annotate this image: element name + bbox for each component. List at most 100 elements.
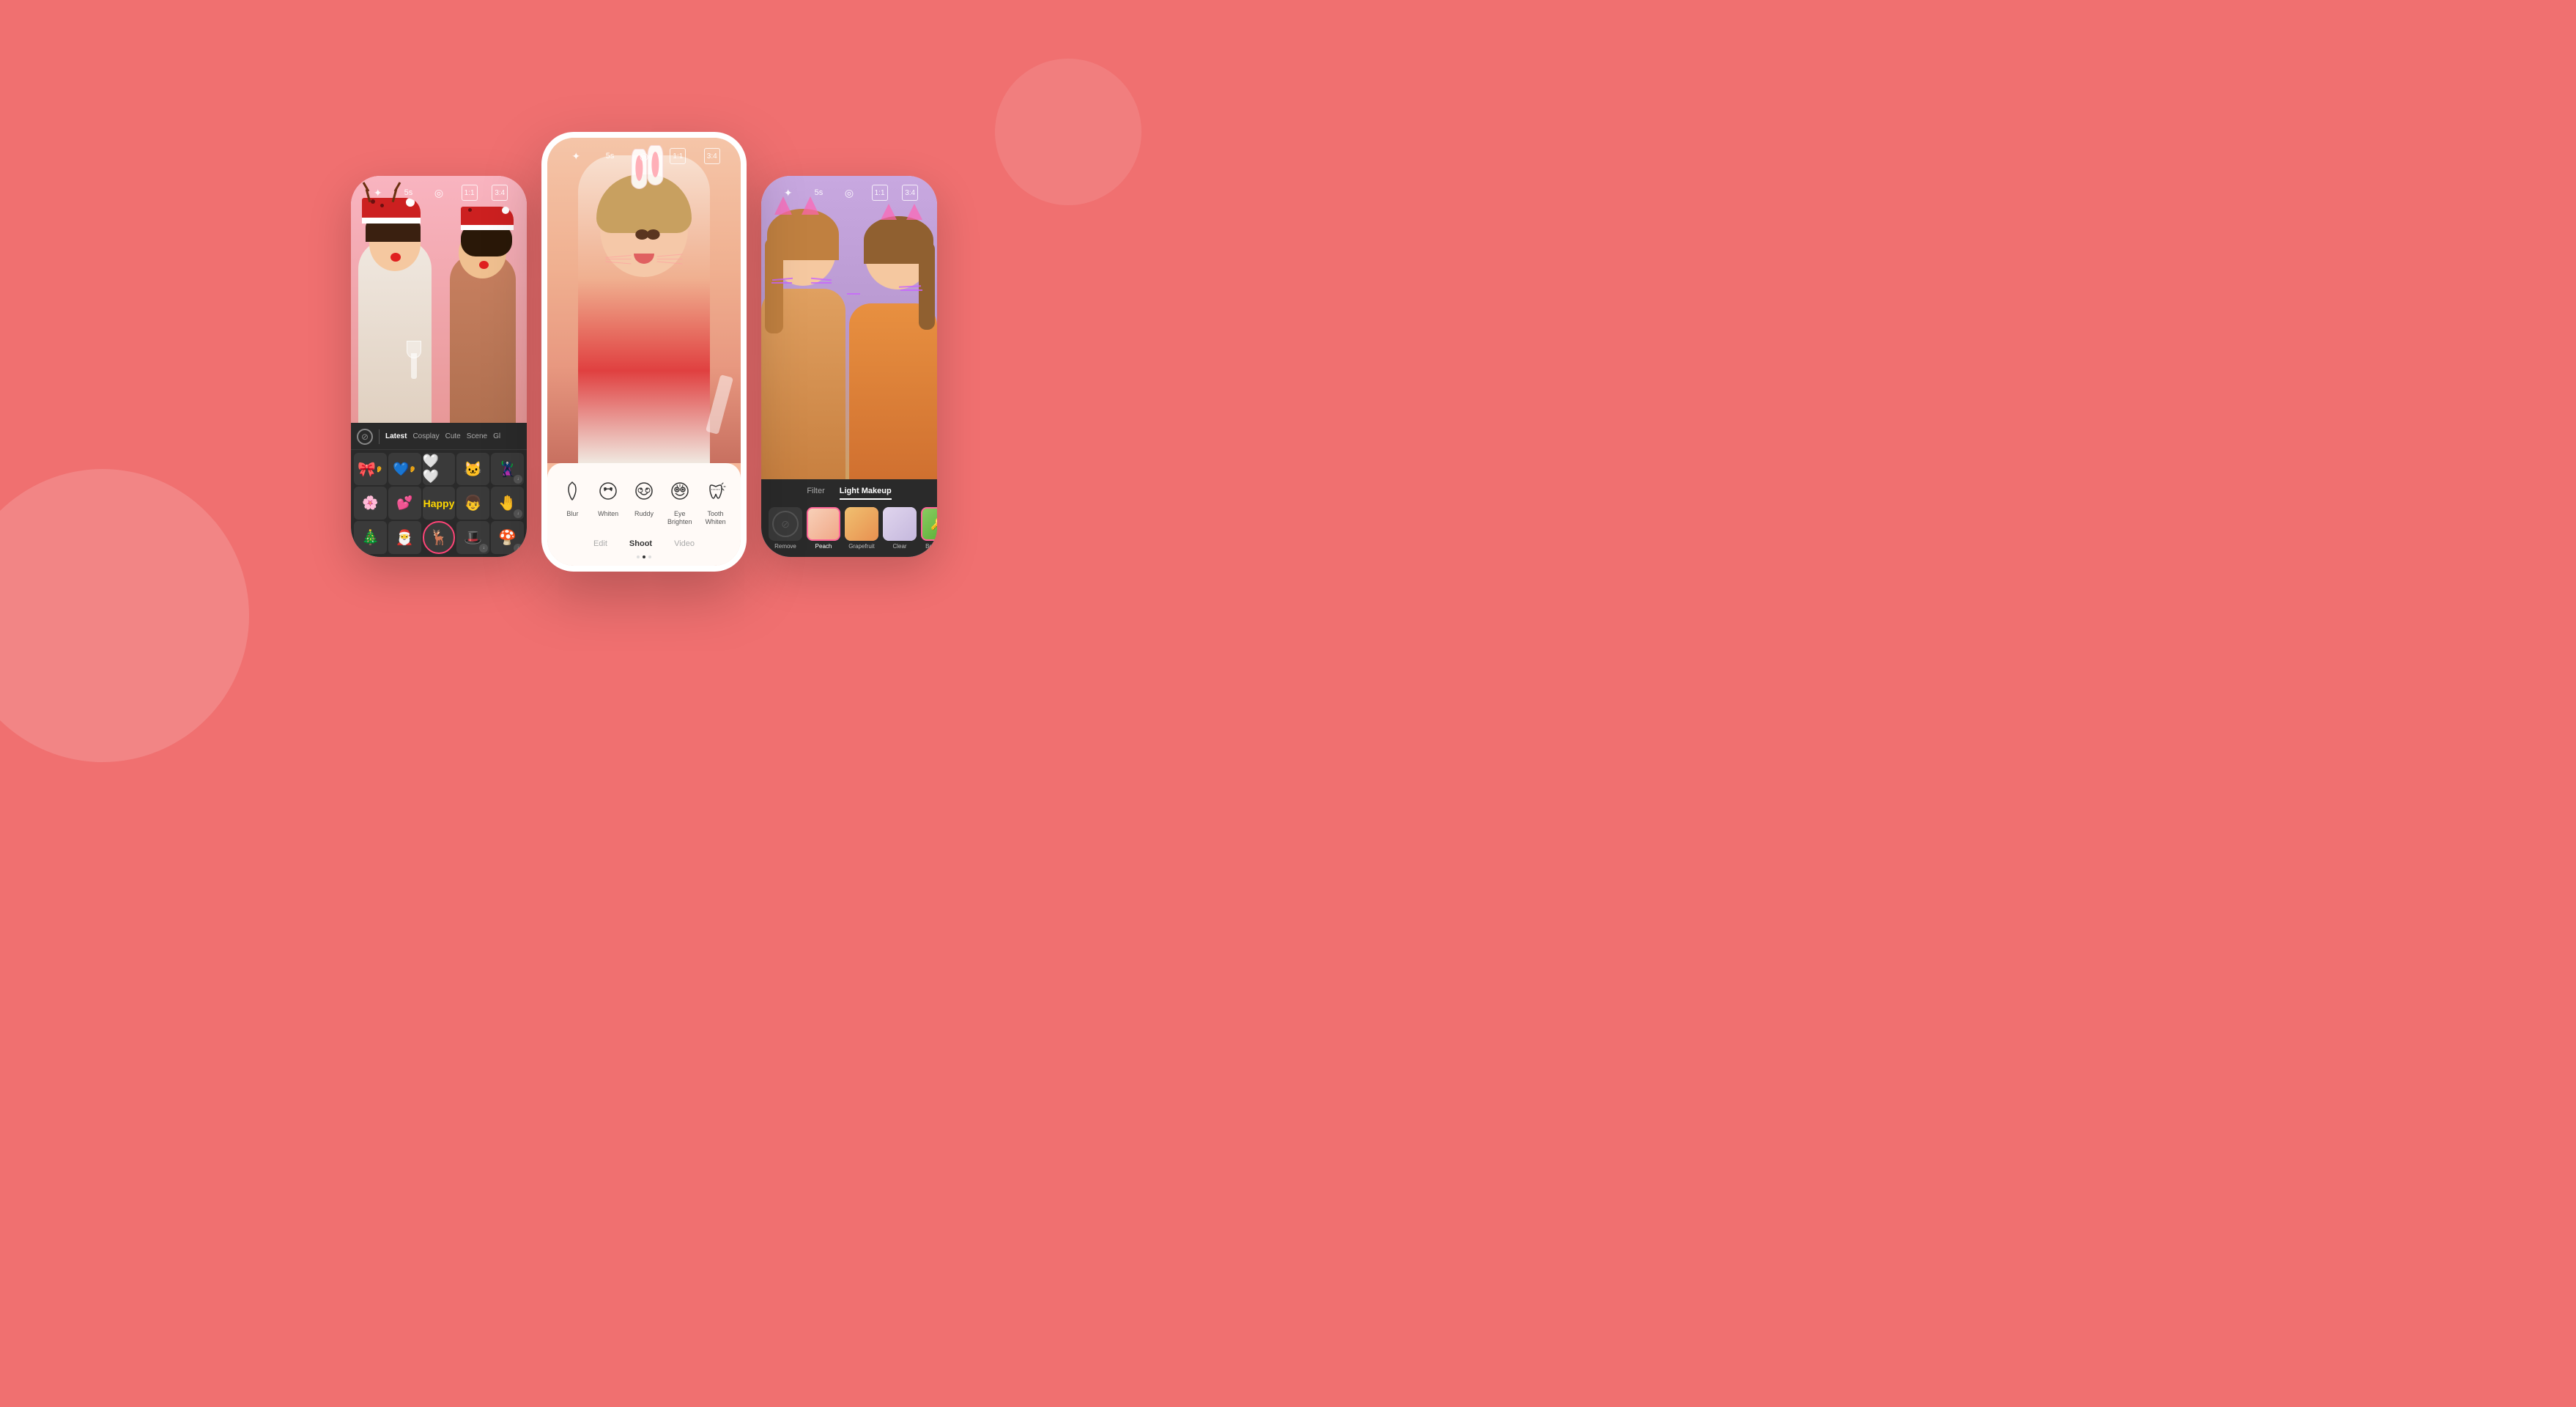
right-bottom-panel: Filter Light Makeup ⊘ Remove	[761, 479, 937, 557]
filter-clear[interactable]: Clear	[883, 507, 917, 550]
blur-label: Blur	[566, 510, 578, 518]
filter-remove-label: Remove	[774, 543, 796, 550]
nav-video[interactable]: Video	[674, 539, 695, 548]
tab-divider	[379, 429, 380, 444]
ratio1-icon[interactable]: 1:1	[462, 185, 478, 201]
sticker-item[interactable]: 🌸	[354, 487, 387, 520]
bg-decoration-1	[0, 469, 249, 762]
sticker-grid: 🎀👂 💙👂 🤍🤍 🐱 🦹 ↓	[351, 450, 527, 557]
sticker-item[interactable]: 👦	[456, 487, 489, 520]
blur-icon	[556, 475, 588, 507]
download-icon: ↓	[514, 544, 522, 553]
flip-icon[interactable]: ◎	[841, 185, 857, 201]
tab-cute[interactable]: Cute	[445, 432, 461, 440]
sticker-item[interactable]: 🎄	[354, 521, 387, 554]
tab-gl[interactable]: Gl	[493, 432, 500, 440]
sticker-item[interactable]: 💕	[388, 487, 421, 520]
nav-edit[interactable]: Edit	[593, 539, 607, 548]
right-phone: ✦ 5s ◎ 1:1 3:4	[761, 176, 937, 557]
right-toolbar: ✦ 5s ◎ 1:1 3:4	[761, 176, 937, 207]
tooth-whiten-icon	[700, 475, 732, 507]
center-photo-area	[547, 138, 741, 463]
center-navigation: Edit Shoot Video	[555, 536, 733, 551]
nav-dots	[555, 555, 733, 558]
center-screen: ✦ 5s ◎ 1:1 3:4	[547, 138, 741, 566]
ruddy-label: Ruddy	[634, 510, 654, 518]
timer-icon[interactable]: 5s	[602, 148, 618, 164]
timer-icon[interactable]: 5s	[400, 185, 416, 201]
download-icon: ↓	[514, 475, 522, 484]
download-icon: ↓	[514, 509, 522, 518]
eye-brighten-label: EyeBrighten	[667, 510, 692, 526]
flip-icon[interactable]: ◎	[431, 185, 447, 201]
sticker-item[interactable]: Happy	[423, 487, 456, 520]
ruddy-icon	[628, 475, 660, 507]
whiten-icon	[592, 475, 624, 507]
filter-thumb-peach	[807, 507, 840, 541]
category-tabs: ⊘ Latest Cosplay Cute Scene Gl	[351, 423, 527, 450]
ratio34-icon[interactable]: 3:4	[902, 185, 918, 201]
nav-dot-1	[637, 555, 640, 558]
ratio1-icon[interactable]: 1:1	[872, 185, 888, 201]
no-sticker-btn[interactable]: ⊘	[357, 429, 373, 445]
flash-icon[interactable]: ✦	[568, 148, 584, 164]
timer-icon[interactable]: 5s	[810, 185, 826, 201]
filter-boyfriend-label: Boyfriend	[925, 543, 937, 550]
bg-decoration-2	[995, 59, 1141, 205]
flash-icon[interactable]: ✦	[780, 185, 796, 201]
nav-shoot[interactable]: Shoot	[629, 539, 652, 548]
filter-grapefruit-label: Grapefruit	[848, 543, 875, 550]
center-bottom-panel: Blur Whiten	[547, 463, 741, 566]
sticker-item[interactable]: 💙👂	[388, 453, 421, 486]
sticker-item[interactable]: 🎅	[388, 521, 421, 554]
filter-thumb-clear	[883, 507, 917, 541]
flash-icon[interactable]: ✦	[370, 185, 386, 201]
nav-dot-2	[643, 555, 645, 558]
filter-tabs: Filter Light Makeup	[769, 487, 930, 500]
ratio34-icon[interactable]: 3:4	[492, 185, 508, 201]
ruddy-tool[interactable]: Ruddy	[628, 475, 660, 526]
tab-light-makeup[interactable]: Light Makeup	[840, 487, 892, 500]
filter-peach[interactable]: Peach	[807, 507, 840, 550]
tab-cosplay[interactable]: Cosplay	[412, 432, 439, 440]
sticker-item[interactable]: 🤚 ↓	[491, 487, 524, 520]
filter-thumb-boyfriend: 🔑	[921, 507, 937, 541]
tooth-whiten-label: ToothWhiten	[706, 510, 726, 526]
sticker-item[interactable]: 🍄 ↓	[491, 521, 524, 554]
nav-dot-3	[648, 555, 651, 558]
whiten-tool[interactable]: Whiten	[592, 475, 624, 526]
sticker-item[interactable]: 🐱	[456, 453, 489, 486]
filter-remove[interactable]: ⊘ Remove	[769, 507, 802, 550]
filter-boyfriend[interactable]: 🔑 Boyfriend	[921, 507, 937, 550]
left-photo-area	[351, 176, 527, 423]
tab-filter[interactable]: Filter	[807, 487, 824, 500]
left-screen: ✦ 5s ◎ 1:1 3:4	[351, 176, 527, 557]
filter-peach-label: Peach	[815, 543, 832, 550]
filter-row: ⊘ Remove Peach	[769, 507, 930, 550]
eye-brighten-icon	[664, 475, 696, 507]
tab-latest[interactable]: Latest	[385, 432, 407, 440]
center-toolbar: ✦ 5s ◎ 1:1 3:4	[547, 138, 741, 170]
center-phone: ✦ 5s ◎ 1:1 3:4	[541, 132, 747, 572]
flip-icon[interactable]: ◎	[636, 148, 652, 164]
phones-container: ✦ 5s ◎ 1:1 3:4	[351, 132, 937, 572]
eye-brighten-tool[interactable]: EyeBrighten	[664, 475, 696, 526]
beauty-tools: Blur Whiten	[555, 475, 733, 526]
sticker-item[interactable]: 🎀👂	[354, 453, 387, 486]
filter-grapefruit[interactable]: Grapefruit	[845, 507, 878, 550]
filter-clear-label: Clear	[892, 543, 906, 550]
ratio1-icon[interactable]: 1:1	[670, 148, 686, 164]
blur-tool[interactable]: Blur	[556, 475, 588, 526]
ratio34-icon[interactable]: 3:4	[704, 148, 720, 164]
sticker-item[interactable]: 🦹 ↓	[491, 453, 524, 486]
left-phone: ✦ 5s ◎ 1:1 3:4	[351, 176, 527, 557]
left-bottom-panel: ⊘ Latest Cosplay Cute Scene Gl 🎀👂 💙👂	[351, 423, 527, 557]
tooth-whiten-tool[interactable]: ToothWhiten	[700, 475, 732, 526]
filter-thumb-grapefruit	[845, 507, 878, 541]
sticker-item-selected[interactable]: 🦌	[423, 521, 456, 554]
tab-scene[interactable]: Scene	[467, 432, 487, 440]
remove-icon: ⊘	[772, 511, 799, 537]
right-screen: ✦ 5s ◎ 1:1 3:4	[761, 176, 937, 557]
sticker-item[interactable]: 🎩 ↓	[456, 521, 489, 554]
sticker-item[interactable]: 🤍🤍	[423, 453, 456, 486]
